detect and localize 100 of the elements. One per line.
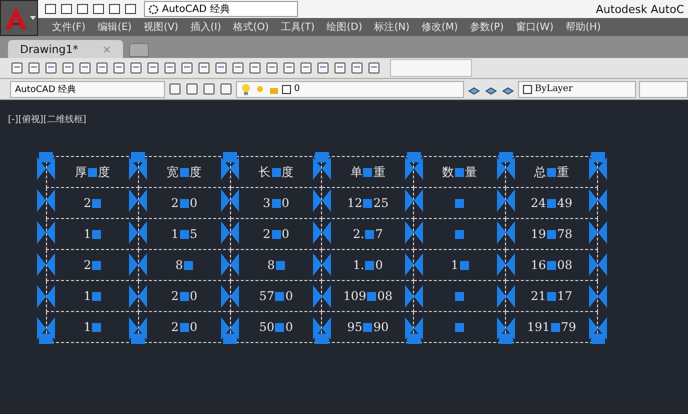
application-menu-button[interactable] [0, 0, 38, 36]
viewport-label[interactable]: [-][俯视][二维线框] [8, 115, 86, 125]
grip-icon[interactable] [455, 292, 464, 300]
quick-access-icon[interactable] [124, 3, 137, 15]
grip-icon[interactable] [547, 198, 556, 208]
grip-icon[interactable] [272, 230, 281, 238]
menu-item[interactable]: 修改(M) [418, 20, 462, 34]
grip-icon[interactable] [547, 292, 556, 300]
menu-item[interactable]: 格式(O) [229, 20, 273, 34]
tool-icon[interactable] [163, 61, 177, 75]
tool-icon[interactable] [214, 61, 228, 75]
grip-icon[interactable] [275, 292, 284, 300]
tab-label: Drawing1* [20, 42, 78, 56]
grip-icon[interactable] [272, 198, 281, 208]
grip-icon[interactable] [455, 230, 464, 238]
grip-icon[interactable] [276, 260, 285, 270]
quick-access-icon[interactable] [108, 3, 121, 15]
quick-access-icon[interactable] [44, 3, 57, 15]
tool-icon[interactable] [197, 61, 211, 75]
grip-icon[interactable] [455, 168, 464, 176]
grip-icon[interactable] [455, 198, 464, 208]
column-grip-drawing[interactable] [127, 152, 149, 344]
tool-icon[interactable] [95, 61, 109, 75]
menu-item[interactable]: 参数(P) [466, 20, 508, 34]
grip-icon[interactable] [547, 260, 556, 270]
grip-icon[interactable] [547, 230, 556, 238]
workspace-dropdown[interactable]: AutoCAD 经典 [144, 1, 298, 17]
tool-icon[interactable] [61, 61, 75, 75]
menu-item[interactable]: 编辑(E) [94, 20, 136, 34]
tool-icon[interactable] [180, 61, 194, 75]
menu-item[interactable]: 标注(N) [370, 20, 414, 34]
menu-item[interactable]: 插入(I) [186, 20, 226, 34]
document-tab[interactable]: Drawing1* × [8, 40, 124, 58]
tool-icon[interactable] [231, 61, 245, 75]
tool-icon[interactable] [248, 61, 262, 75]
grip-icon[interactable] [363, 198, 372, 208]
grip-icon[interactable] [365, 230, 374, 238]
tool-icon[interactable] [202, 82, 216, 96]
column-grip-drawing[interactable] [495, 152, 517, 344]
tool-icon[interactable] [299, 61, 313, 75]
quick-access-icon[interactable] [60, 3, 73, 15]
grip-icon[interactable] [180, 198, 189, 208]
tool-icon[interactable] [78, 61, 92, 75]
color-dropdown[interactable]: ByLayer [518, 80, 636, 98]
tool-icon[interactable] [367, 61, 381, 75]
column-grip-drawing[interactable] [35, 152, 57, 344]
grip-icon[interactable] [92, 292, 102, 300]
menu-item[interactable]: 工具(T) [276, 20, 319, 34]
tool-icon[interactable] [265, 61, 279, 75]
grip-icon[interactable] [180, 292, 189, 300]
grip-icon[interactable] [92, 260, 102, 270]
tool-icon[interactable] [185, 82, 200, 96]
cell-text: 17 [557, 289, 572, 303]
tool-icon[interactable] [27, 61, 41, 75]
tool-icon[interactable] [350, 61, 364, 75]
grip-icon[interactable] [180, 168, 189, 176]
grip-icon[interactable] [367, 292, 376, 300]
column-grip-drawing[interactable] [311, 152, 333, 344]
column-grip-drawing[interactable] [403, 152, 425, 344]
tool-icon[interactable] [168, 82, 182, 96]
grip-icon[interactable] [180, 322, 189, 332]
grip-icon[interactable] [92, 322, 102, 332]
menu-item[interactable]: 帮助(H) [562, 20, 605, 34]
tool-icon[interactable] [129, 61, 143, 75]
quick-access-icon[interactable] [92, 3, 105, 15]
grip-icon[interactable] [92, 198, 102, 208]
grip-icon[interactable] [363, 168, 372, 176]
grip-icon[interactable] [547, 168, 556, 176]
column-grip-drawing[interactable] [587, 152, 609, 344]
menu-item[interactable]: 绘图(D) [322, 20, 366, 34]
cell-text: 7 [375, 227, 383, 241]
tool-icon[interactable] [10, 61, 24, 75]
tool-icon[interactable] [112, 61, 126, 75]
grip-icon[interactable] [275, 322, 284, 332]
logo-icon [2, 5, 28, 31]
grip-icon[interactable] [88, 168, 97, 176]
tool-icon[interactable] [333, 61, 347, 75]
workspace-dropdown[interactable]: AutoCAD 经典 [10, 80, 166, 98]
grip-icon[interactable] [455, 322, 464, 332]
tool-icon[interactable] [282, 61, 296, 75]
cell-text: 08 [377, 289, 392, 303]
menu-item[interactable]: 窗口(W) [512, 20, 558, 34]
column-grip-drawing[interactable] [219, 152, 241, 344]
grip-icon[interactable] [184, 260, 194, 270]
grip-icon[interactable] [272, 168, 281, 176]
quick-access-icon[interactable] [76, 3, 89, 15]
grip-icon[interactable] [550, 322, 560, 332]
grip-icon[interactable] [363, 322, 372, 332]
tool-icon[interactable] [316, 61, 330, 75]
tool-icon[interactable] [219, 82, 234, 96]
grip-icon[interactable] [365, 260, 374, 270]
tool-icon[interactable] [146, 61, 160, 75]
grip-icon[interactable] [180, 230, 189, 238]
menu-item[interactable]: 视图(V) [140, 20, 182, 34]
layer-dropdown[interactable]: 0 [236, 80, 464, 98]
bulb-icon [241, 83, 252, 95]
grip-icon[interactable] [460, 260, 469, 270]
tool-icon[interactable] [44, 61, 58, 75]
menu-item[interactable]: 文件(F) [48, 20, 90, 34]
grip-icon[interactable] [92, 230, 102, 238]
